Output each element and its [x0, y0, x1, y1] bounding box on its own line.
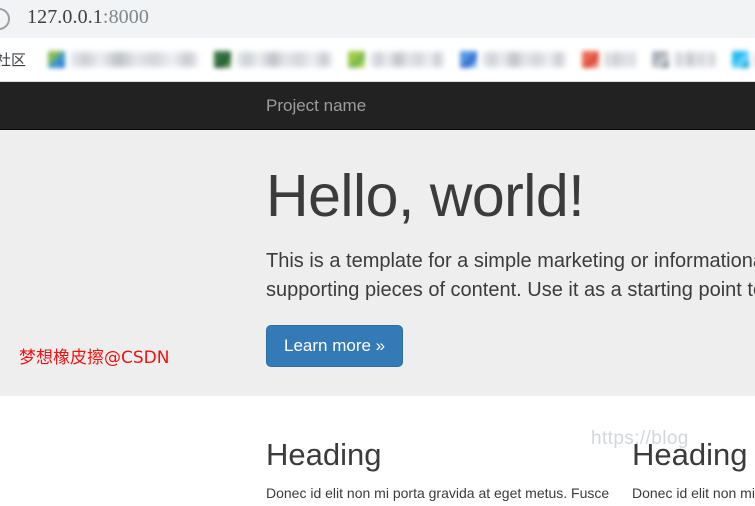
jumbotron-lead: This is a template for a simple marketin… — [266, 247, 755, 305]
url-port: :8000 — [102, 6, 149, 28]
bookmark-favicon-icon — [460, 51, 478, 68]
jumbotron: Hello, world! This is a template for a s… — [0, 130, 755, 396]
address-bar[interactable]: 127.0.0.1:8000 — [0, 0, 755, 38]
content-column-1: Heading Donec id elit non mi porta gravi… — [266, 437, 632, 506]
bookmark-item[interactable] — [48, 46, 199, 74]
page-viewport: Project name Hello, world! This is a tem… — [0, 82, 755, 506]
browser-chrome: 127.0.0.1:8000 社区 终 — [0, 0, 755, 82]
bookmark-label — [70, 52, 199, 67]
bookmark-item[interactable] — [460, 46, 567, 74]
bookmark-label — [236, 52, 333, 67]
learn-more-button[interactable]: Learn more » — [266, 324, 404, 367]
bookmark-favicon-icon — [348, 51, 366, 68]
navbar-brand[interactable]: Project name — [266, 97, 366, 114]
jumbotron-lead-line-2: supporting pieces of content. Use it as … — [266, 278, 755, 301]
column-heading: Heading — [632, 437, 748, 472]
bookmark-favicon-icon — [48, 51, 66, 68]
bookmark-favicon-icon — [214, 51, 232, 68]
bookmark-label — [370, 52, 445, 67]
content-row: Heading Donec id elit non mi porta gravi… — [266, 396, 755, 506]
content-column-2: Heading Donec id elit non mi porta gravi… — [632, 437, 755, 506]
info-circle-icon[interactable] — [0, 8, 10, 30]
bookmark-label — [604, 52, 637, 67]
bookmark-favicon-icon — [582, 51, 600, 68]
url-text[interactable]: 127.0.0.1:8000 — [27, 6, 149, 29]
bookmark-item[interactable] — [732, 46, 755, 74]
jumbotron-inner: Hello, world! This is a template for a s… — [266, 164, 755, 367]
bookmark-label — [482, 52, 567, 67]
url-host: 127.0.0.1 — [27, 6, 103, 28]
column-body: Donec id elit non mi porta gravida at eg… — [632, 485, 755, 506]
page-title: Hello, world! — [266, 163, 585, 229]
jumbotron-lead-line-1: This is a template for a simple marketin… — [266, 249, 755, 272]
bookmark-item[interactable] — [214, 46, 333, 74]
bookmark-label — [674, 52, 717, 67]
bookmark-item[interactable] — [652, 46, 717, 74]
bookmark-item[interactable] — [348, 46, 445, 74]
bookmark-item[interactable] — [582, 46, 637, 74]
bookmark-leading-label[interactable]: 社区 — [0, 49, 26, 70]
bookmark-favicon-icon — [652, 51, 670, 68]
site-navbar: Project name — [0, 82, 755, 130]
bookmark-favicon-icon — [732, 51, 750, 68]
author-watermark: 梦想橡皮擦@CSDN — [19, 348, 170, 368]
bookmarks-bar[interactable]: 社区 终 — [0, 38, 755, 82]
column-heading: Heading — [266, 437, 382, 472]
column-body: Donec id elit non mi porta gravida at eg… — [266, 485, 610, 506]
